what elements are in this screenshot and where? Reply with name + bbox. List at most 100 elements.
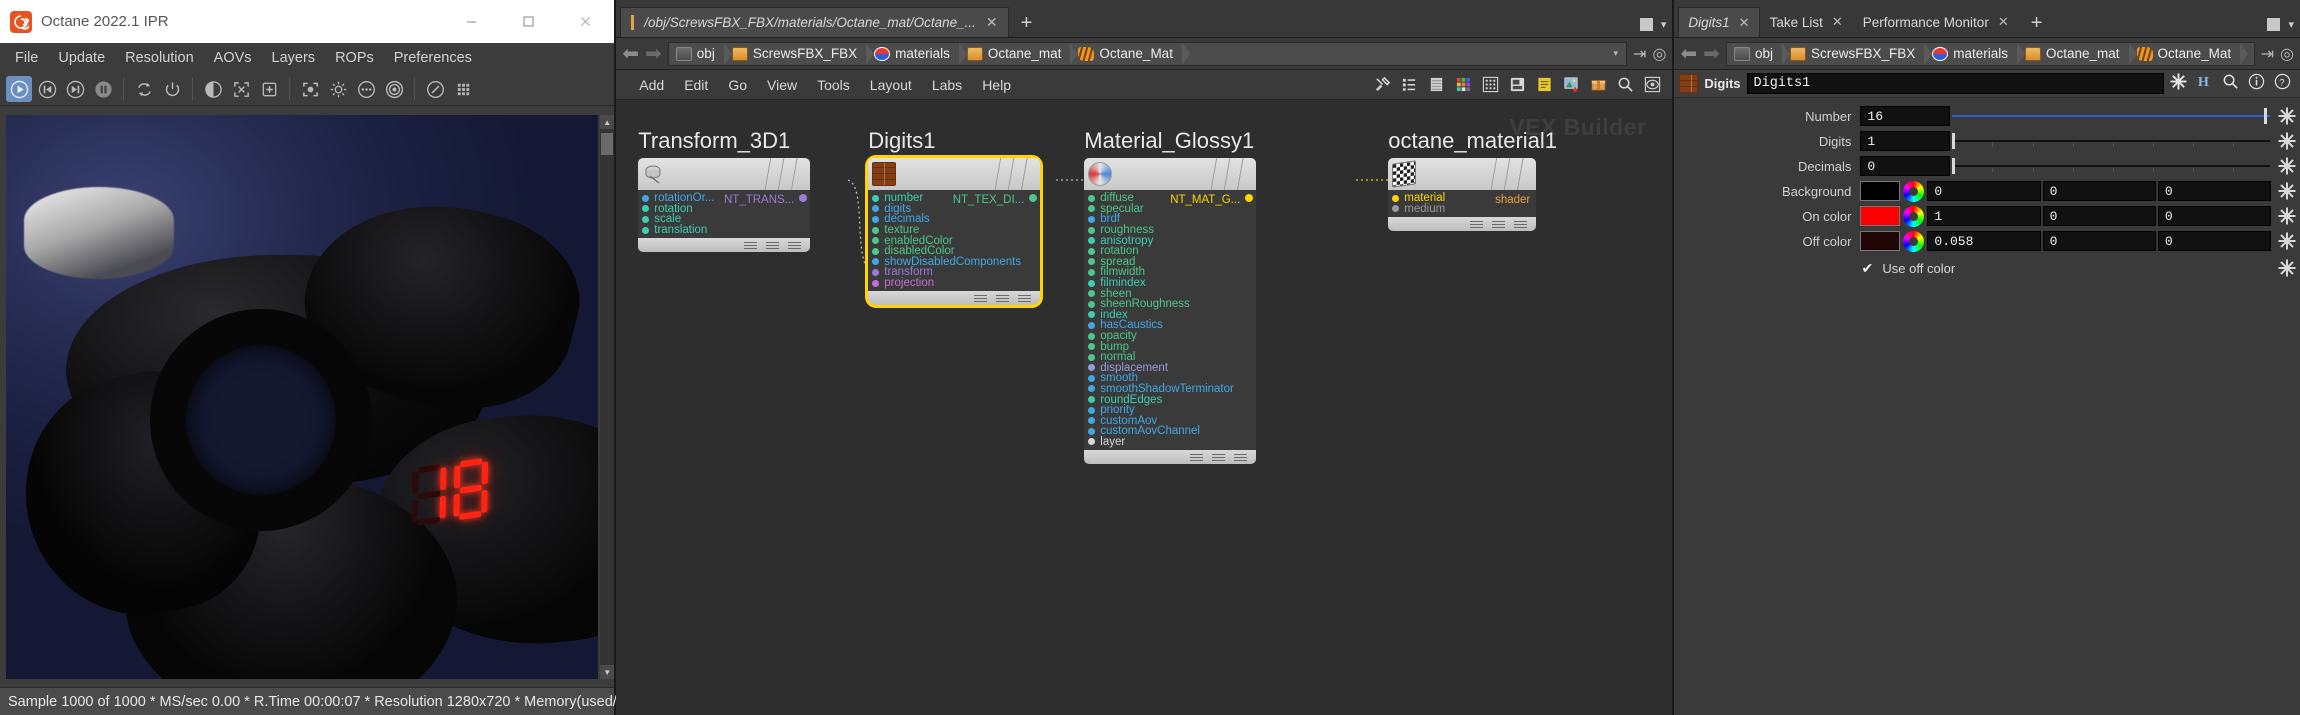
- render-flag[interactable]: [996, 294, 1010, 303]
- breadcrumb-item-octane_mat[interactable]: Octane_Mat: [2130, 42, 2248, 65]
- node-port-translation[interactable]: translation: [638, 224, 810, 236]
- step-forward-icon[interactable]: [62, 76, 88, 102]
- houdini-h-icon[interactable]: H: [2196, 73, 2213, 95]
- snapshot-icon[interactable]: [1507, 75, 1527, 95]
- network-tab[interactable]: /obj/ScrewsFBX_FBX/materials/Octane_mat/…: [620, 7, 1009, 37]
- octane-menu-resolution[interactable]: Resolution: [118, 47, 201, 69]
- port-dot[interactable]: [1088, 290, 1096, 298]
- pin-icon[interactable]: ⇥: [1633, 44, 1646, 64]
- render-flag[interactable]: [1212, 453, 1226, 462]
- add-image-icon[interactable]: [256, 76, 282, 102]
- port-dot[interactable]: [1088, 279, 1096, 287]
- node-header[interactable]: [868, 158, 1041, 190]
- parameter-value-input[interactable]: 0: [1860, 156, 1951, 176]
- port-dot[interactable]: [1088, 311, 1096, 319]
- node-flag-strip[interactable]: [1204, 158, 1251, 190]
- network-menu-view[interactable]: View: [758, 74, 806, 96]
- port-dot[interactable]: [1392, 205, 1400, 213]
- scrollbar-thumb[interactable]: [601, 133, 614, 155]
- node-port-projection[interactable]: projection: [868, 277, 1040, 289]
- port-dot[interactable]: [1088, 332, 1096, 340]
- render-viewport[interactable]: [6, 115, 599, 679]
- add-image-icon[interactable]: [1561, 75, 1581, 95]
- port-dot[interactable]: [872, 194, 880, 202]
- octane-menu-preferences[interactable]: Preferences: [387, 47, 479, 69]
- port-dot[interactable]: [872, 226, 880, 234]
- network-menu-edit[interactable]: Edit: [675, 74, 717, 96]
- color-channel-input-b[interactable]: 0: [2157, 181, 2272, 201]
- add-tab-button[interactable]: +: [2019, 12, 2055, 37]
- node-octane_material1[interactable]: octane_material1 material medium shader: [1388, 128, 1557, 232]
- color-swatch[interactable]: [1860, 206, 1901, 226]
- pause-render-icon[interactable]: [90, 76, 116, 102]
- close-icon[interactable]: ✕: [1832, 14, 1843, 30]
- search-icon[interactable]: [1615, 75, 1635, 95]
- parameter-gear-icon[interactable]: [2278, 107, 2296, 125]
- breadcrumb-item-screwsfbx_fbx[interactable]: ScrewsFBX_FBX: [1783, 42, 1933, 65]
- node-footer[interactable]: [638, 238, 811, 253]
- viewport-vertical-scrollbar[interactable]: ▲ ▼: [600, 115, 615, 679]
- parameter-value-input[interactable]: 16: [1860, 106, 1951, 126]
- port-dot[interactable]: [872, 268, 880, 276]
- close-icon[interactable]: ✕: [986, 14, 998, 31]
- port-dot[interactable]: [1088, 268, 1096, 276]
- add-tab-button[interactable]: +: [1009, 12, 1045, 37]
- forward-arrow-icon[interactable]: ➡: [645, 44, 662, 64]
- breadcrumb-item-materials[interactable]: materials: [1925, 42, 2025, 65]
- notes-icon[interactable]: [1534, 75, 1554, 95]
- port-dot[interactable]: [1088, 321, 1096, 329]
- port-dot[interactable]: [1088, 374, 1096, 382]
- port-dot[interactable]: [1088, 343, 1096, 351]
- close-icon[interactable]: ✕: [1998, 14, 2009, 30]
- octane-menu-rops[interactable]: ROPs: [328, 47, 381, 69]
- refresh-icon[interactable]: [131, 76, 157, 102]
- slider-handle[interactable]: [2264, 108, 2267, 124]
- breadcrumb-item-screwsfbx_fbx[interactable]: ScrewsFBX_FBX: [725, 42, 875, 65]
- close-icon[interactable]: ✕: [1739, 15, 1750, 31]
- octane-menu-layers[interactable]: Layers: [265, 47, 323, 69]
- port-dot[interactable]: [642, 194, 650, 202]
- port-dot[interactable]: [1088, 194, 1096, 202]
- node-footer[interactable]: [1084, 450, 1257, 465]
- node-footer[interactable]: [868, 291, 1041, 306]
- display-flag[interactable]: [744, 241, 758, 250]
- power-icon[interactable]: [159, 76, 185, 102]
- maximize-button[interactable]: [500, 0, 557, 43]
- parameter-slider[interactable]: [1952, 156, 2273, 176]
- checkmark-icon[interactable]: ✔: [1860, 260, 1874, 277]
- node-flag-strip[interactable]: [1484, 158, 1531, 190]
- render-flag[interactable]: [766, 241, 780, 250]
- search-icon[interactable]: [2222, 73, 2239, 95]
- focus-region-icon[interactable]: [297, 76, 323, 102]
- parameter-gear-icon[interactable]: [2278, 182, 2296, 200]
- maximize-pane-icon[interactable]: [1639, 18, 1653, 31]
- maximize-pane-icon[interactable]: [2267, 18, 2281, 31]
- parameter-gear-icon[interactable]: [2278, 232, 2296, 250]
- tools-wrench-icon[interactable]: [1372, 75, 1392, 95]
- port-dot[interactable]: [1088, 258, 1096, 266]
- gear-icon[interactable]: [2278, 259, 2296, 277]
- port-dot[interactable]: [1088, 364, 1096, 372]
- parameter-tab-performance-monitor[interactable]: Performance Monitor ✕: [1853, 7, 2019, 37]
- breadcrumb-item-materials[interactable]: materials: [867, 42, 967, 65]
- network-menu-labs[interactable]: Labs: [923, 74, 971, 96]
- port-dot[interactable]: [872, 237, 880, 245]
- color-channel-input-b[interactable]: 0: [2157, 206, 2272, 226]
- minimize-button[interactable]: [443, 0, 500, 43]
- template-flag[interactable]: [1018, 294, 1032, 303]
- port-dot[interactable]: [872, 205, 880, 213]
- port-dot[interactable]: [872, 247, 880, 255]
- display-flag[interactable]: [1470, 220, 1484, 229]
- brightness-icon[interactable]: [325, 76, 351, 102]
- network-menu-help[interactable]: Help: [973, 74, 1020, 96]
- port-dot[interactable]: [1088, 427, 1096, 435]
- node-transform_3d1[interactable]: Transform_3D1 rotationOr... rotation scale t…: [638, 128, 811, 253]
- port-dot[interactable]: [1088, 247, 1096, 255]
- target-circle-icon[interactable]: ◎: [2280, 44, 2294, 64]
- scroll-down-arrow[interactable]: ▼: [600, 665, 615, 679]
- port-dot[interactable]: [642, 215, 650, 223]
- restart-render-icon[interactable]: [34, 76, 60, 102]
- color-wheel-icon[interactable]: [1903, 180, 1925, 202]
- node-material_glossy1[interactable]: Material_Glossy1 diffuse specular brdf rough…: [1084, 128, 1257, 465]
- color-channel-input-b[interactable]: 0: [2157, 231, 2272, 251]
